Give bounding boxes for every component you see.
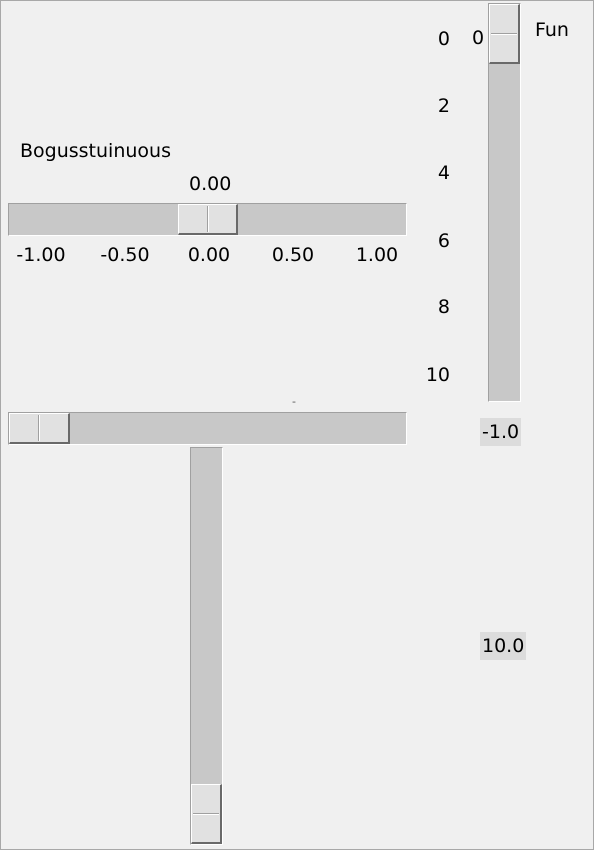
slider-b-thumb[interactable] — [9, 413, 70, 444]
slider-a-ticks: -1.00 -0.50 0.00 0.50 1.00 — [8, 244, 407, 268]
slider-c-to-label: 10.0 — [480, 632, 527, 660]
slider-a-thumb-grip — [206, 206, 209, 232]
slider-a-value: 0.00 — [189, 173, 232, 195]
slider-a-tick: 0.50 — [271, 244, 315, 266]
slider-fun-tick: 2 — [437, 95, 450, 117]
slider-c-from-label: -1.0 — [480, 418, 522, 446]
slider-a-thumb[interactable] — [178, 204, 238, 235]
slider-fun-tick: 8 — [437, 296, 450, 318]
slider-fun-label: Fun — [535, 19, 569, 41]
slider-fun-ticks: 0 2 4 6 8 10 — [400, 0, 450, 400]
slider-c-trough[interactable] — [190, 447, 223, 845]
slider-a-tick: 0.00 — [187, 244, 231, 266]
slider-a-tick: 1.00 — [355, 244, 399, 266]
slider-fun-tick: 0 — [437, 28, 450, 50]
slider-a-label: Bogusstuinuous — [20, 140, 171, 162]
slider-b-mark: - — [292, 395, 296, 408]
slider-b-trough[interactable] — [8, 412, 407, 445]
slider-fun-tick: 6 — [437, 230, 450, 252]
slider-fun-thumb[interactable] — [489, 4, 520, 64]
slider-a-trough[interactable] — [8, 203, 407, 236]
slider-b-thumb-grip — [38, 415, 40, 441]
slider-fun-value: 0 — [472, 27, 485, 49]
slider-c-thumb-grip — [193, 812, 219, 815]
slider-fun-tick: 4 — [437, 162, 450, 184]
slider-fun-tick: 10 — [425, 364, 450, 386]
slider-a-tick: -0.50 — [100, 244, 150, 266]
slider-c-thumb[interactable] — [191, 784, 222, 844]
slider-a-tick: -1.00 — [16, 244, 66, 266]
slider-fun-thumb-grip — [491, 32, 517, 35]
slider-fun-trough[interactable] — [488, 3, 521, 402]
